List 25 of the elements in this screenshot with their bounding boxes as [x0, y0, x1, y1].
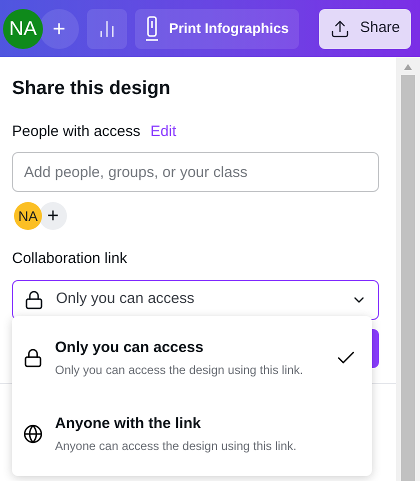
option-title: Anyone with the link [55, 414, 202, 434]
panel-title: Share this design [12, 77, 172, 101]
user-avatar[interactable]: NA [3, 8, 43, 48]
option-description: Anyone can access the design using this link. [55, 438, 296, 456]
add-member-button[interactable]: + [39, 202, 67, 230]
printer-icon [145, 16, 159, 42]
people-input-field[interactable]: Add people, groups, or your class [12, 152, 379, 192]
scrollbar-thumb[interactable] [401, 75, 415, 481]
share-button[interactable]: Share [318, 8, 411, 48]
field-label: Collaboration link [12, 249, 128, 269]
scroll-up-icon[interactable] [403, 63, 413, 71]
add-user-button[interactable]: + [39, 8, 79, 48]
option-title: Only you can access [55, 338, 204, 358]
member-avatar[interactable]: NA [14, 202, 42, 230]
lock-icon [23, 348, 43, 368]
option-description: Only you can access the design using this link. [55, 362, 304, 380]
print-button[interactable]: Print Infographics [135, 8, 299, 48]
menu-option[interactable]: Anyone with the link Anyone can access the design using this link. [12, 406, 372, 462]
share-icon [330, 18, 350, 38]
globe-icon [23, 424, 43, 444]
lock-icon [24, 290, 44, 310]
chart-icon[interactable] [87, 8, 127, 48]
menu-option[interactable]: Only you can access Only you can access the design using this link. [12, 330, 372, 386]
field-label: People with access [12, 122, 140, 142]
edit-link[interactable]: Edit [150, 120, 176, 143]
